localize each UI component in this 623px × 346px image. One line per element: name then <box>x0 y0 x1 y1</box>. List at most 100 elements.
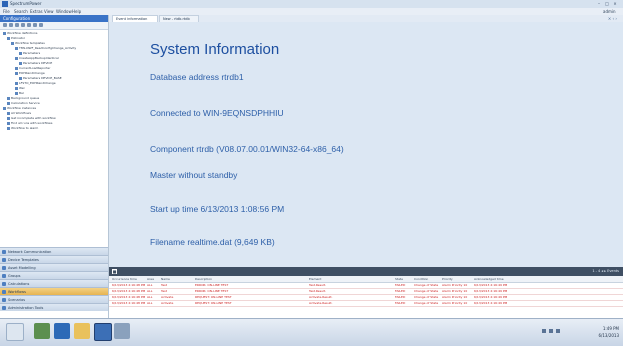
menu-extras[interactable]: Extras <box>30 8 43 15</box>
nav-network-communication[interactable]: Network Communication <box>0 247 108 255</box>
new-icon[interactable] <box>3 23 7 27</box>
refresh-icon[interactable] <box>15 23 19 27</box>
delete-icon[interactable] <box>27 23 31 27</box>
collapse-icon[interactable] <box>39 23 43 27</box>
tree-item[interactable]: Background queue <box>7 96 39 100</box>
navigation-panel: Configuration Workflow definitions Polli… <box>0 15 109 318</box>
powershell-icon[interactable] <box>54 323 70 339</box>
nav-calculations[interactable]: Calculations <box>0 279 108 287</box>
tree-item[interactable]: TMS-NWF_ReadConfigChange_Activity <box>15 46 76 50</box>
tree-item[interactable]: Workflow to alarm <box>7 126 38 130</box>
nav-groups[interactable]: Groups <box>0 271 108 279</box>
parameter-icon <box>19 51 22 55</box>
tree-item[interactable]: Find all runs with workflows <box>7 121 52 125</box>
close-button[interactable]: × <box>612 1 618 6</box>
column-header[interactable]: Acknowledged time <box>474 276 504 282</box>
tree-item[interactable]: CreateAppBackupIdentical <box>15 56 59 60</box>
tree-item[interactable]: LFSTO_EOHRandChange <box>15 81 56 85</box>
tab-event-information[interactable]: Event information <box>112 15 158 22</box>
column-header[interactable]: Description <box>195 276 212 282</box>
tree-item[interactable]: Workflow definitions <box>3 31 37 35</box>
query-icon <box>7 111 10 115</box>
column-header[interactable]: Element <box>309 276 321 282</box>
device-icon <box>2 258 6 262</box>
calculator-icon <box>2 282 6 286</box>
tree-item[interactable]: Parameters DEVICE_BASE <box>19 76 62 80</box>
tree-item[interactable]: EOHRandChange <box>15 71 45 75</box>
column-header[interactable]: Priority <box>442 276 453 282</box>
workflow-icon <box>15 71 18 75</box>
tree-item[interactable]: Get incomplete with workflow <box>7 116 56 120</box>
tree-item[interactable]: Parameters <box>19 51 40 55</box>
window-title: SpectrumPower <box>10 1 42 6</box>
tree-item[interactable]: CurrentLoadReporter <box>15 66 51 70</box>
workflow-icon <box>15 66 18 70</box>
database-address: Database address rtrdb1 <box>150 72 244 82</box>
explorer-icon[interactable] <box>74 323 90 339</box>
workflow-icon <box>15 46 18 50</box>
workflow-icon <box>15 91 18 95</box>
table-row[interactable]: 6/13/2013 2:16:48 PM ALL Activate REQUES… <box>109 301 623 307</box>
events-pager[interactable]: 1 - 4 ◂ ▸ Events <box>592 267 619 276</box>
tree-item[interactable]: Parameters DEVICE <box>19 61 52 65</box>
tree-item[interactable]: Calculation Service <box>7 101 40 105</box>
clock-date: 6/13/2013 <box>598 333 619 338</box>
app-logo-icon <box>2 1 8 7</box>
volume-icon[interactable] <box>556 329 560 333</box>
menu-view[interactable]: View <box>44 8 54 15</box>
system-information-view: System Information Database address rtrd… <box>109 22 623 267</box>
query-icon <box>7 116 10 120</box>
table-header: Occurrence time Area Name Description El… <box>109 276 623 283</box>
nav-asset-modelling[interactable]: Asset Modelling <box>0 263 108 271</box>
menu-bar: File Search Extras View Window Help <box>0 8 623 15</box>
config-tree: Workflow definitions Pollinator Workflow… <box>0 30 108 160</box>
network-tray-icon[interactable] <box>549 329 553 333</box>
menu-window[interactable]: Window <box>56 8 72 15</box>
open-icon[interactable] <box>9 23 13 27</box>
folder-icon <box>7 101 10 105</box>
startup-time: Start up time 6/13/2013 1:08:56 PM <box>150 204 285 214</box>
events-table: Occurrence time Area Name Description El… <box>109 276 623 318</box>
nav-device-templates[interactable]: Device Templates <box>0 255 108 263</box>
page-title: System Information <box>150 41 280 58</box>
tree-item[interactable]: All Workflows <box>7 111 31 115</box>
column-header[interactable]: Name <box>161 276 170 282</box>
spectrum-app-icon[interactable] <box>94 323 112 341</box>
folder-icon <box>7 96 10 100</box>
column-header[interactable]: Occurrence time <box>112 276 137 282</box>
tab-controls[interactable]: × ‹ › <box>608 15 617 22</box>
add-icon[interactable] <box>33 23 37 27</box>
tree-item[interactable]: Wel <box>15 86 24 90</box>
component-info: Component rtrdb (V08.07.00.01/WIN32-64-x… <box>150 144 344 154</box>
maximize-button[interactable]: □ <box>604 1 610 6</box>
server-manager-icon[interactable] <box>34 323 50 339</box>
tree-item[interactable]: Pollinator <box>7 36 25 40</box>
scenario-icon <box>2 298 6 302</box>
panel-toolbar <box>0 22 108 30</box>
tree-item[interactable]: Workflow instances <box>3 106 36 110</box>
folder-icon <box>7 36 10 40</box>
menu-file[interactable]: File <box>3 8 10 15</box>
tools-icon <box>2 306 6 310</box>
menu-help[interactable]: Help <box>72 8 81 15</box>
workflow-icon <box>15 86 18 90</box>
panel-header: Configuration <box>0 15 108 22</box>
column-header[interactable]: State <box>395 276 403 282</box>
clock[interactable]: 1:49 PM 6/13/2013 <box>598 325 619 339</box>
minimize-button[interactable]: – <box>596 1 602 6</box>
start-button[interactable] <box>6 323 24 341</box>
filter-icon[interactable] <box>21 23 25 27</box>
tab-new-rtdb[interactable]: New - rtdb.rtdb <box>159 15 199 22</box>
nav-scenarios[interactable]: Scenarios <box>0 295 108 303</box>
tree-item[interactable]: Bal <box>15 91 24 95</box>
flag-icon[interactable] <box>542 329 546 333</box>
nav-workflows[interactable]: Workflows <box>0 287 108 295</box>
menu-search[interactable]: Search <box>14 8 28 15</box>
collapse-button[interactable]: ■ <box>112 269 117 274</box>
column-header[interactable]: Condition <box>414 276 428 282</box>
nav-administration-tools[interactable]: Administration Tools <box>0 303 108 311</box>
column-header[interactable]: Area <box>147 276 154 282</box>
tree-item[interactable]: Workflow templates <box>11 41 45 45</box>
connection-info: Connected to WIN-9EQNSDPHHIU <box>150 108 284 118</box>
network-app-icon[interactable] <box>114 323 130 339</box>
